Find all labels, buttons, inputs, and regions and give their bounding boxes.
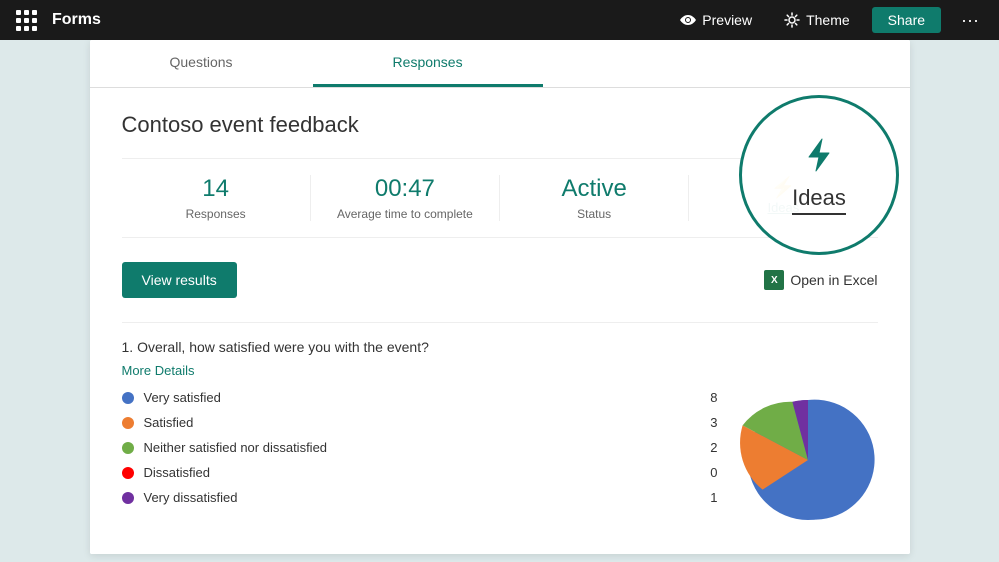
list-item: Dissatisfied 0: [122, 465, 718, 480]
tabs-container: Questions Responses: [90, 40, 910, 88]
preview-button[interactable]: Preview: [670, 8, 762, 32]
legend-dot-neutral: [122, 442, 134, 454]
waffle-menu-button[interactable]: [12, 6, 40, 34]
legend-count-dissatisfied: 0: [710, 465, 717, 480]
legend-dot-very-satisfied: [122, 392, 134, 404]
responses-label: Responses: [122, 207, 310, 221]
theme-label: Theme: [806, 12, 850, 28]
question-title: 1. Overall, how satisfied were you with …: [122, 339, 878, 355]
legend-label-satisfied: Satisfied: [144, 415, 701, 430]
waffle-icon: [16, 10, 37, 31]
theme-button[interactable]: Theme: [774, 8, 860, 32]
chart-layout: Very satisfied 8 Satisfied 3 Neither sat…: [122, 390, 878, 530]
legend-list: Very satisfied 8 Satisfied 3 Neither sat…: [122, 390, 718, 530]
legend-dot-satisfied: [122, 417, 134, 429]
legend-dot-dissatisfied: [122, 467, 134, 479]
excel-icon: X: [764, 270, 784, 290]
legend-count-neutral: 2: [710, 440, 717, 455]
status-value: Active: [500, 175, 688, 203]
theme-icon: [784, 12, 800, 28]
responses-value: 14: [122, 175, 310, 203]
status-label: Status: [500, 207, 688, 221]
legend-dot-very-dissatisfied: [122, 492, 134, 504]
view-results-button[interactable]: View results: [122, 262, 237, 298]
stat-responses: 14 Responses: [122, 175, 311, 221]
legend-label-very-satisfied: Very satisfied: [144, 390, 701, 405]
action-row: View results X Open in Excel: [122, 262, 878, 298]
more-options-button[interactable]: ···: [953, 6, 987, 35]
preview-label: Preview: [702, 12, 752, 28]
legend-label-dissatisfied: Dissatisfied: [144, 465, 701, 480]
more-icon: ···: [961, 10, 979, 30]
list-item: Neither satisfied nor dissatisfied 2: [122, 440, 718, 455]
list-item: Satisfied 3: [122, 415, 718, 430]
question-number: 1.: [122, 339, 134, 355]
more-details-link[interactable]: More Details: [122, 363, 878, 378]
share-label: Share: [888, 12, 925, 28]
avg-time-value: 00:47: [311, 175, 499, 203]
ideas-overlay[interactable]: Ideas: [739, 95, 899, 255]
list-item: Very dissatisfied 1: [122, 490, 718, 505]
stat-avg-time: 00:47 Average time to complete: [311, 175, 500, 221]
legend-count-very-dissatisfied: 1: [710, 490, 717, 505]
open-excel-button[interactable]: X Open in Excel: [764, 270, 877, 290]
question-section: 1. Overall, how satisfied were you with …: [122, 322, 878, 530]
ideas-overlay-label: Ideas: [792, 185, 846, 215]
topbar: Forms Preview Theme Share ···: [0, 0, 999, 40]
pie-chart: [738, 390, 878, 530]
tab-responses[interactable]: Responses: [313, 40, 543, 87]
avg-time-label: Average time to complete: [311, 207, 499, 221]
legend-count-satisfied: 3: [710, 415, 717, 430]
app-name: Forms: [52, 11, 101, 29]
legend-label-neutral: Neither satisfied nor dissatisfied: [144, 440, 701, 455]
legend-count-very-satisfied: 8: [710, 390, 717, 405]
legend-label-very-dissatisfied: Very dissatisfied: [144, 490, 701, 505]
pie-chart-svg: [738, 390, 878, 530]
open-excel-label: Open in Excel: [790, 272, 877, 288]
stat-status: Active Status: [500, 175, 689, 221]
eye-icon: [680, 12, 696, 28]
tab-questions[interactable]: Questions: [90, 40, 313, 87]
share-button[interactable]: Share: [872, 7, 941, 33]
bolt-icon: [799, 135, 839, 181]
list-item: Very satisfied 8: [122, 390, 718, 405]
question-text: Overall, how satisfied were you with the…: [137, 339, 429, 355]
